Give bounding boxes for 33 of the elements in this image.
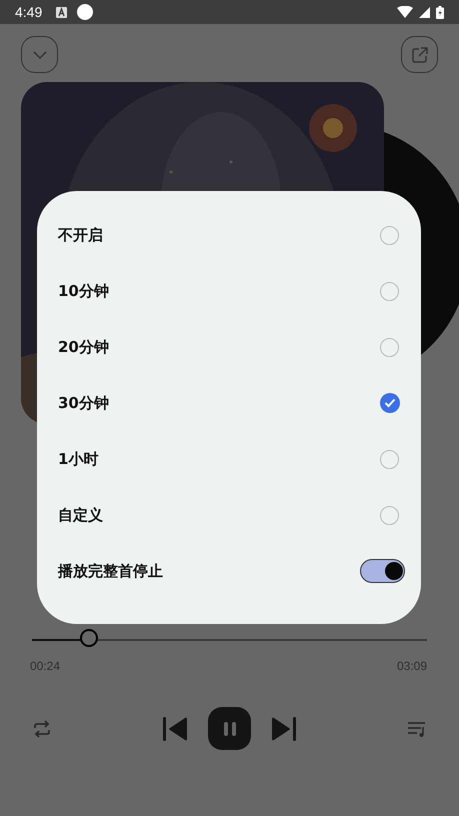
circle-icon [77,4,94,20]
next-button[interactable] [269,716,297,742]
timer-option[interactable]: 不开启 [58,226,103,244]
pause-button[interactable] [208,707,251,750]
timer-option[interactable]: 10分钟 [58,282,109,300]
notification-icon [56,6,68,18]
toggle-switch[interactable] [360,559,405,583]
timer-option[interactable]: 20分钟 [58,338,109,356]
radio-button[interactable] [380,450,399,468]
total-time: 03:09 [396,659,427,673]
share-icon [412,46,428,62]
previous-button[interactable] [162,716,190,742]
radio-button[interactable] [380,226,399,244]
share-button[interactable] [401,36,438,73]
check-icon [384,398,396,408]
radio-button[interactable] [380,282,399,300]
wifi-icon [397,6,413,18]
chevron-down-icon [32,50,46,58]
signal-icon [419,6,430,18]
radio-button[interactable] [380,506,399,524]
repeat-button[interactable] [32,718,52,738]
radio-button[interactable] [380,338,399,356]
pause-icon [222,720,236,736]
toggle-label: 播放完整首停止 [58,562,163,580]
timer-option[interactable]: 1小时 [58,450,98,468]
battery-icon [436,6,444,18]
collapse-button[interactable] [21,36,58,73]
elapsed-time: 00:24 [30,659,60,673]
timer-option[interactable]: 30分钟 [58,394,109,412]
slider-thumb[interactable] [80,629,98,647]
radio-button[interactable] [380,393,400,413]
status-time: 4:49 [15,4,42,20]
timer-option[interactable]: 自定义 [58,506,103,524]
